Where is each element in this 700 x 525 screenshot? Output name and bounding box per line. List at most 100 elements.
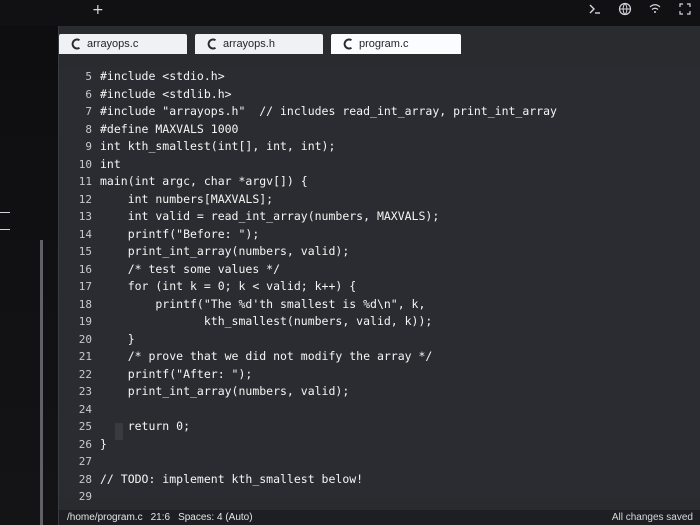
line-number: 25 bbox=[78, 420, 92, 433]
tab-label: arrayops.c bbox=[87, 38, 139, 50]
code-text: return 0; bbox=[100, 419, 191, 433]
code-text: printf("The %d'th smallest is %d\n", k, bbox=[100, 296, 426, 311]
tab-strip: arrayops.c arrayops.h program.c bbox=[59, 30, 700, 54]
code-text: #include <stdio.h> bbox=[100, 69, 225, 83]
code-line: 25 return 0; bbox=[59, 418, 700, 436]
code-line: 28 // TODO: implement kth_smallest below! bbox=[59, 471, 700, 489]
line-number: 13 bbox=[78, 210, 92, 223]
code-text: #define MAXVALS 1000 bbox=[100, 121, 239, 136]
globe-icon[interactable] bbox=[618, 2, 632, 16]
tab-program-c[interactable]: program.c bbox=[331, 34, 461, 54]
terminal-icon[interactable] bbox=[588, 2, 602, 16]
line-number: 17 bbox=[78, 280, 92, 293]
line-number: 6 bbox=[85, 87, 92, 101]
tab-arrayops-c[interactable]: arrayops.c bbox=[59, 34, 187, 54]
line-number: 23 bbox=[78, 385, 92, 398]
code-text: main(int argc, char *argv[]) { bbox=[100, 174, 308, 188]
line-number: 11 bbox=[78, 175, 92, 188]
line-number: 10 bbox=[78, 157, 92, 171]
wifi-icon[interactable] bbox=[648, 2, 662, 16]
code-line: 29 bbox=[59, 488, 700, 506]
code-text: kth_smallest(numbers, valid, k)); bbox=[100, 314, 433, 328]
code-text: int kth_smallest(int[], int, int); bbox=[100, 139, 336, 153]
code-line: 10 int bbox=[59, 156, 700, 174]
save-status: All changes saved bbox=[611, 512, 693, 523]
code-line: 16 /* test some values */ bbox=[59, 261, 700, 279]
line-number: 28 bbox=[78, 472, 92, 486]
code-text: print_int_array(numbers, valid); bbox=[100, 244, 350, 258]
code-line: 13 int valid = read_int_array(numbers, M… bbox=[59, 208, 700, 226]
line-number: 21 bbox=[78, 350, 92, 363]
line-number: 8 bbox=[85, 122, 92, 136]
line-number: 16 bbox=[78, 262, 92, 276]
code-line: 22 printf("After: "); bbox=[59, 366, 700, 384]
line-number: 27 bbox=[78, 455, 92, 468]
code-text: printf("After: "); bbox=[100, 366, 253, 381]
code-text: print_int_array(numbers, valid); bbox=[100, 384, 350, 398]
new-tab-button[interactable]: + bbox=[92, 2, 104, 18]
line-number: 26 bbox=[78, 437, 92, 451]
code-line: 18 printf("The %d'th smallest is %d\n", … bbox=[59, 296, 700, 314]
file-path: /home/program.c bbox=[67, 512, 143, 523]
code-line: 24 bbox=[59, 401, 700, 419]
code-text: /* test some values */ bbox=[100, 261, 281, 276]
cursor-position: 21:6 bbox=[150, 512, 171, 523]
tab-label: arrayops.h bbox=[223, 38, 275, 50]
code-line: 17 for (int k = 0; k < valid; k++) { bbox=[59, 278, 700, 296]
line-number: 12 bbox=[78, 192, 92, 206]
code-line: 23 print_int_array(numbers, valid); bbox=[59, 383, 700, 401]
code-text: #include <stdlib.h> bbox=[100, 86, 232, 101]
code-line: 8 #define MAXVALS 1000 bbox=[59, 121, 700, 139]
code-line: 6 #include <stdlib.h> bbox=[59, 86, 700, 104]
code-text: int bbox=[100, 156, 121, 171]
code-lines: 5 #include <stdio.h> 6 #include <stdlib.h> 7… bbox=[59, 68, 700, 506]
code-line: 9 int kth_smallest(int[], int, int); bbox=[59, 138, 700, 156]
c-file-icon bbox=[71, 38, 81, 50]
editor-window: + arrayops.c arrayops.h program.c 5 #inc… bbox=[0, 0, 700, 525]
line-number: 29 bbox=[78, 490, 92, 503]
line-number: 7 bbox=[85, 105, 92, 118]
code-line: 12 int numbers[MAXVALS]; bbox=[59, 191, 700, 209]
line-number: 24 bbox=[78, 402, 92, 416]
expand-icon[interactable] bbox=[678, 2, 692, 16]
line-number: 14 bbox=[78, 227, 92, 241]
left-rail bbox=[0, 26, 58, 525]
line-number: 9 bbox=[85, 140, 92, 153]
code-text: } bbox=[100, 436, 107, 451]
code-line: 19 kth_smallest(numbers, valid, k)); bbox=[59, 313, 700, 331]
line-number: 18 bbox=[78, 297, 92, 311]
code-text: printf("Before: "); bbox=[100, 226, 260, 241]
top-icons bbox=[588, 2, 692, 16]
status-bar: /home/program.c 21:6 Spaces: 4 (Auto) Al… bbox=[59, 510, 700, 525]
line-number: 20 bbox=[78, 332, 92, 346]
code-line: 27 bbox=[59, 453, 700, 471]
c-file-icon bbox=[207, 38, 217, 50]
code-line: 26} bbox=[59, 436, 700, 454]
code-text: int numbers[MAXVALS]; bbox=[100, 191, 274, 206]
tab-arrayops-h[interactable]: arrayops.h bbox=[195, 34, 323, 54]
code-line: 7 #include "arrayops.h" // includes read_… bbox=[59, 103, 700, 121]
code-line: 5 #include <stdio.h> bbox=[59, 68, 700, 86]
code-line: 20 } bbox=[59, 331, 700, 349]
tab-label: program.c bbox=[359, 38, 409, 50]
line-number: 15 bbox=[78, 245, 92, 258]
code-editor[interactable]: 5 #include <stdio.h> 6 #include <stdlib.h> 7… bbox=[59, 68, 700, 503]
line-number: 19 bbox=[78, 315, 92, 328]
code-line: 11 main(int argc, char *argv[]) { bbox=[59, 173, 700, 191]
code-text: for (int k = 0; k < valid; k++) { bbox=[100, 279, 357, 293]
side-panel-icon[interactable] bbox=[0, 212, 10, 230]
indentation-status[interactable]: Spaces: 4 (Auto) bbox=[178, 510, 252, 525]
code-text: // TODO: implement kth_smallest below! bbox=[100, 471, 364, 486]
scroll-indicator bbox=[40, 240, 43, 525]
code-line: 14 printf("Before: "); bbox=[59, 226, 700, 244]
code-text: } bbox=[100, 331, 135, 346]
line-number: 22 bbox=[78, 367, 92, 381]
code-line: 15 print_int_array(numbers, valid); bbox=[59, 243, 700, 261]
code-text: #include "arrayops.h" // includes read_i… bbox=[100, 104, 557, 118]
c-file-icon bbox=[343, 38, 353, 50]
code-text: int valid = read_int_array(numbers, MAXV… bbox=[100, 209, 440, 223]
editor-panel: arrayops.c arrayops.h program.c 5 #includ… bbox=[58, 26, 700, 525]
status-left: /home/program.c 21:6 Spaces: 4 (Auto) bbox=[67, 510, 253, 525]
code-line: 21 /* prove that we did not modify the a… bbox=[59, 348, 700, 366]
top-system-bar: + bbox=[0, 0, 700, 26]
